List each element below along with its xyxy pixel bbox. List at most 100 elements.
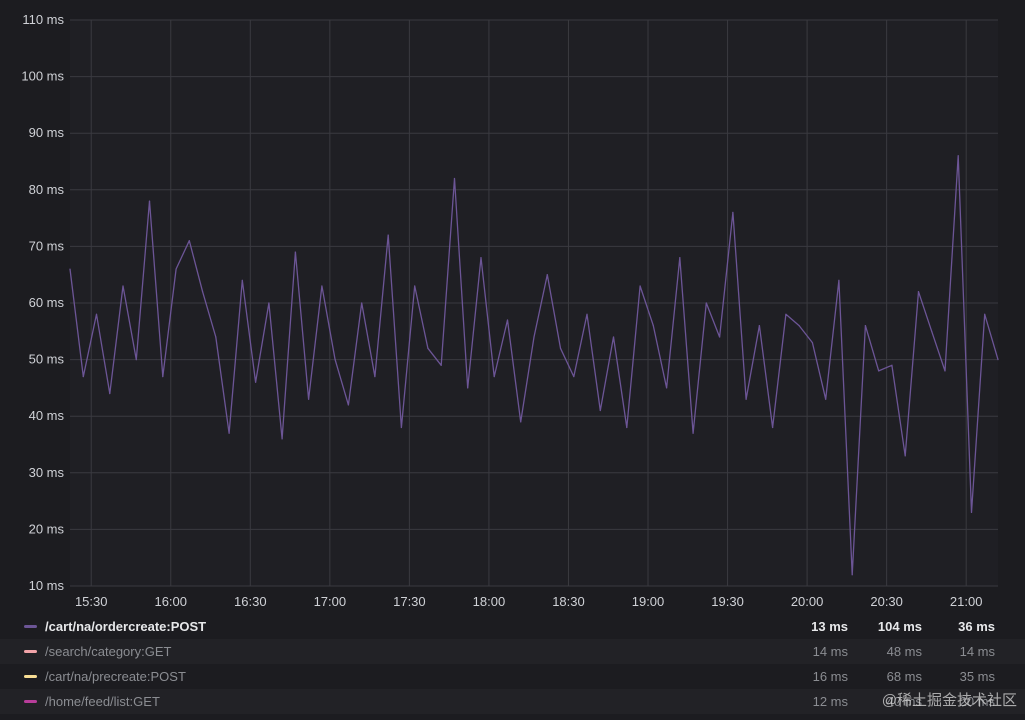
data-point [175, 268, 177, 270]
legend-row[interactable]: /home/feed/list:GET 12 ms 40 ms 20 ms [0, 689, 1025, 714]
y-tick-label: 100 ms [21, 69, 64, 84]
legend-min: 16 ms [812, 669, 848, 684]
data-point [427, 347, 429, 349]
data-point [228, 432, 230, 434]
data-point [904, 455, 906, 457]
data-point [480, 257, 482, 259]
data-point [944, 370, 946, 372]
x-tick-label: 15:30 [75, 594, 108, 609]
data-point [984, 313, 986, 315]
data-point [374, 375, 376, 378]
data-point [997, 359, 999, 361]
data-point [864, 325, 867, 327]
x-tick-label: 17:00 [314, 594, 347, 609]
y-axis: 110 ms 100 ms 90 ms 80 ms 70 ms 60 ms 50 ms 40 … [21, 12, 64, 593]
data-point [82, 375, 84, 378]
series-swatch [24, 675, 37, 678]
legend-series-name[interactable]: /cart/na/ordercreate:POST [45, 619, 206, 634]
data-point [215, 336, 217, 338]
y-tick-label: 30 ms [29, 465, 65, 480]
legend-max: 48 ms [886, 644, 922, 659]
data-point [109, 392, 111, 395]
data-point [772, 426, 774, 429]
y-tick-label: 50 ms [29, 352, 65, 367]
data-point [719, 336, 721, 338]
data-point [520, 421, 522, 423]
x-tick-label: 20:30 [870, 594, 903, 609]
data-point [639, 285, 641, 287]
legend-row[interactable]: /cart/na/precreate:POST 16 ms 68 ms 35 m… [0, 664, 1025, 689]
data-point [268, 302, 270, 304]
data-point [533, 336, 535, 338]
data-point [652, 325, 654, 327]
x-tick-label: 16:00 [154, 594, 187, 609]
legend-avg: 35 ms [959, 669, 995, 684]
data-point [294, 251, 296, 253]
data-point [626, 426, 628, 429]
data-point [612, 336, 615, 338]
legend-max: 104 ms [877, 619, 922, 634]
data-point [308, 398, 310, 400]
chart-grid [70, 19, 998, 587]
data-point [135, 359, 137, 361]
x-tick-label: 20:00 [791, 594, 824, 609]
data-point [825, 398, 827, 400]
data-point [361, 302, 363, 304]
data-point [334, 359, 336, 361]
data-point [878, 370, 880, 372]
legend-min: 13 ms [811, 619, 848, 634]
y-tick-label: 40 ms [29, 408, 65, 423]
data-point [679, 257, 681, 259]
data-point [493, 375, 495, 378]
legend-min: 12 ms [812, 694, 848, 709]
data-point [559, 347, 562, 349]
data-point [573, 375, 575, 378]
data-point [811, 342, 814, 344]
series-swatch [24, 700, 37, 703]
data-point [732, 211, 734, 214]
watermark: @稀土掘金技术社区 [881, 692, 1017, 709]
data-point [148, 200, 151, 202]
legend-series-name[interactable]: /search/category:GET [45, 644, 171, 659]
data-point [162, 375, 164, 378]
data-point [931, 330, 933, 332]
y-tick-label: 20 ms [29, 521, 65, 536]
data-point [400, 426, 403, 429]
data-point [122, 285, 124, 287]
legend-series-name[interactable]: /home/feed/list:GET [45, 694, 160, 709]
data-point [255, 381, 257, 383]
data-point [347, 404, 349, 406]
data-point [838, 279, 840, 281]
data-point [321, 285, 323, 287]
y-tick-label: 10 ms [29, 578, 65, 593]
x-tick-label: 19:00 [632, 594, 665, 609]
data-point [957, 155, 959, 157]
data-point [599, 409, 601, 412]
x-tick-label: 18:00 [473, 594, 506, 609]
data-point [745, 398, 747, 400]
data-point [758, 325, 760, 327]
latency-chart: 110 ms 100 ms 90 ms 80 ms 70 ms 60 ms 50 ms 40 … [21, 12, 999, 609]
legend-series-name[interactable]: /cart/na/precreate:POST [45, 669, 186, 684]
data-point [440, 364, 442, 366]
data-point [586, 313, 588, 315]
x-tick-label: 16:30 [234, 594, 267, 609]
data-point [69, 268, 71, 270]
legend-max: 68 ms [886, 669, 922, 684]
data-point [970, 511, 973, 514]
data-point [798, 325, 800, 327]
series-swatch [24, 650, 37, 653]
data-point [665, 387, 668, 389]
data-point [414, 285, 416, 287]
legend-avg: 36 ms [958, 619, 995, 634]
graph-panel: 110 ms 100 ms 90 ms 80 ms 70 ms 60 ms 50 ms 40 … [0, 0, 1025, 720]
data-point [705, 302, 707, 304]
legend-row[interactable]: /cart/na/ordercreate:POST 13 ms 104 ms 3… [0, 614, 1025, 639]
x-tick-label: 19:30 [711, 594, 744, 609]
data-point [917, 291, 920, 293]
data-point [506, 319, 509, 321]
data-point [692, 432, 694, 434]
legend-min: 14 ms [812, 644, 848, 659]
legend-row[interactable]: /search/category:GET 14 ms 48 ms 14 ms [0, 639, 1025, 664]
data-point [387, 234, 389, 236]
